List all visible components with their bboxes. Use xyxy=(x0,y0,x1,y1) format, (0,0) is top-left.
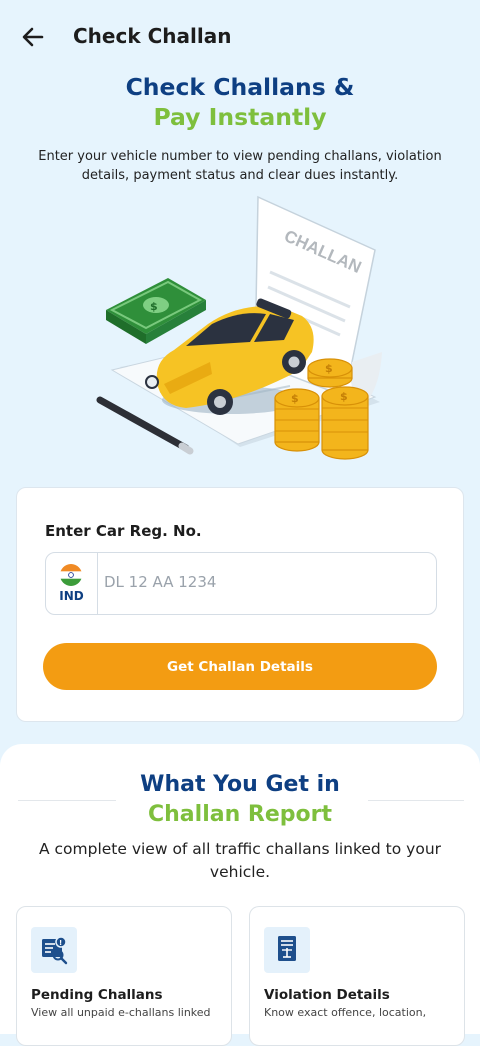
reg-number-input-group[interactable]: IND xyxy=(45,552,437,615)
reg-number-label: Enter Car Reg. No. xyxy=(45,522,202,540)
app-header: Check Challan xyxy=(0,0,480,74)
arrow-left-icon[interactable] xyxy=(18,22,48,52)
svg-text:$: $ xyxy=(291,392,299,405)
pending-challan-icon: ! xyxy=(31,927,77,973)
svg-text:$: $ xyxy=(325,362,333,375)
india-flag-icon xyxy=(60,564,82,586)
reg-number-field[interactable] xyxy=(104,573,424,591)
report-description: A complete view of all traffic challans … xyxy=(38,840,442,881)
feature-description: View all unpaid e-challans linked xyxy=(31,1006,211,1019)
hero-title-line1: Check Challans & xyxy=(125,73,355,101)
country-code-box: IND xyxy=(46,553,98,614)
report-title-line2: Challan Report xyxy=(148,802,332,827)
page-title: Check Challan xyxy=(73,24,232,48)
hero-title-line2: Pay Instantly xyxy=(153,103,327,131)
svg-text:!: ! xyxy=(59,939,62,947)
violation-document-icon xyxy=(264,927,310,973)
feature-title: Pending Challans xyxy=(31,987,163,1003)
feature-card-violation-details[interactable]: Violation Details Know exact offence, lo… xyxy=(249,906,465,1046)
feature-card-pending-challans[interactable]: ! Pending Challans View all unpaid e-cha… xyxy=(16,906,232,1046)
svg-text:$: $ xyxy=(340,390,348,403)
report-title-line1: What You Get in xyxy=(140,772,340,797)
challan-illustration: CHALLAN $ $ $ $ xyxy=(96,195,382,460)
report-title: What You Get in Challan Report xyxy=(0,770,480,830)
hero-title: Check Challans & Pay Instantly xyxy=(0,72,480,132)
feature-description: Know exact offence, location, xyxy=(264,1006,427,1019)
svg-text:$: $ xyxy=(150,300,158,313)
feature-title: Violation Details xyxy=(264,987,390,1003)
get-challan-details-button[interactable]: Get Challan Details xyxy=(43,643,437,690)
challan-report-section: What You Get in Challan Report A complet… xyxy=(0,744,480,1046)
hero-description: Enter your vehicle number to view pendin… xyxy=(38,149,442,183)
country-code-text: IND xyxy=(59,589,84,603)
registration-card: Enter Car Reg. No. IND Get Challan Detai… xyxy=(16,487,464,722)
